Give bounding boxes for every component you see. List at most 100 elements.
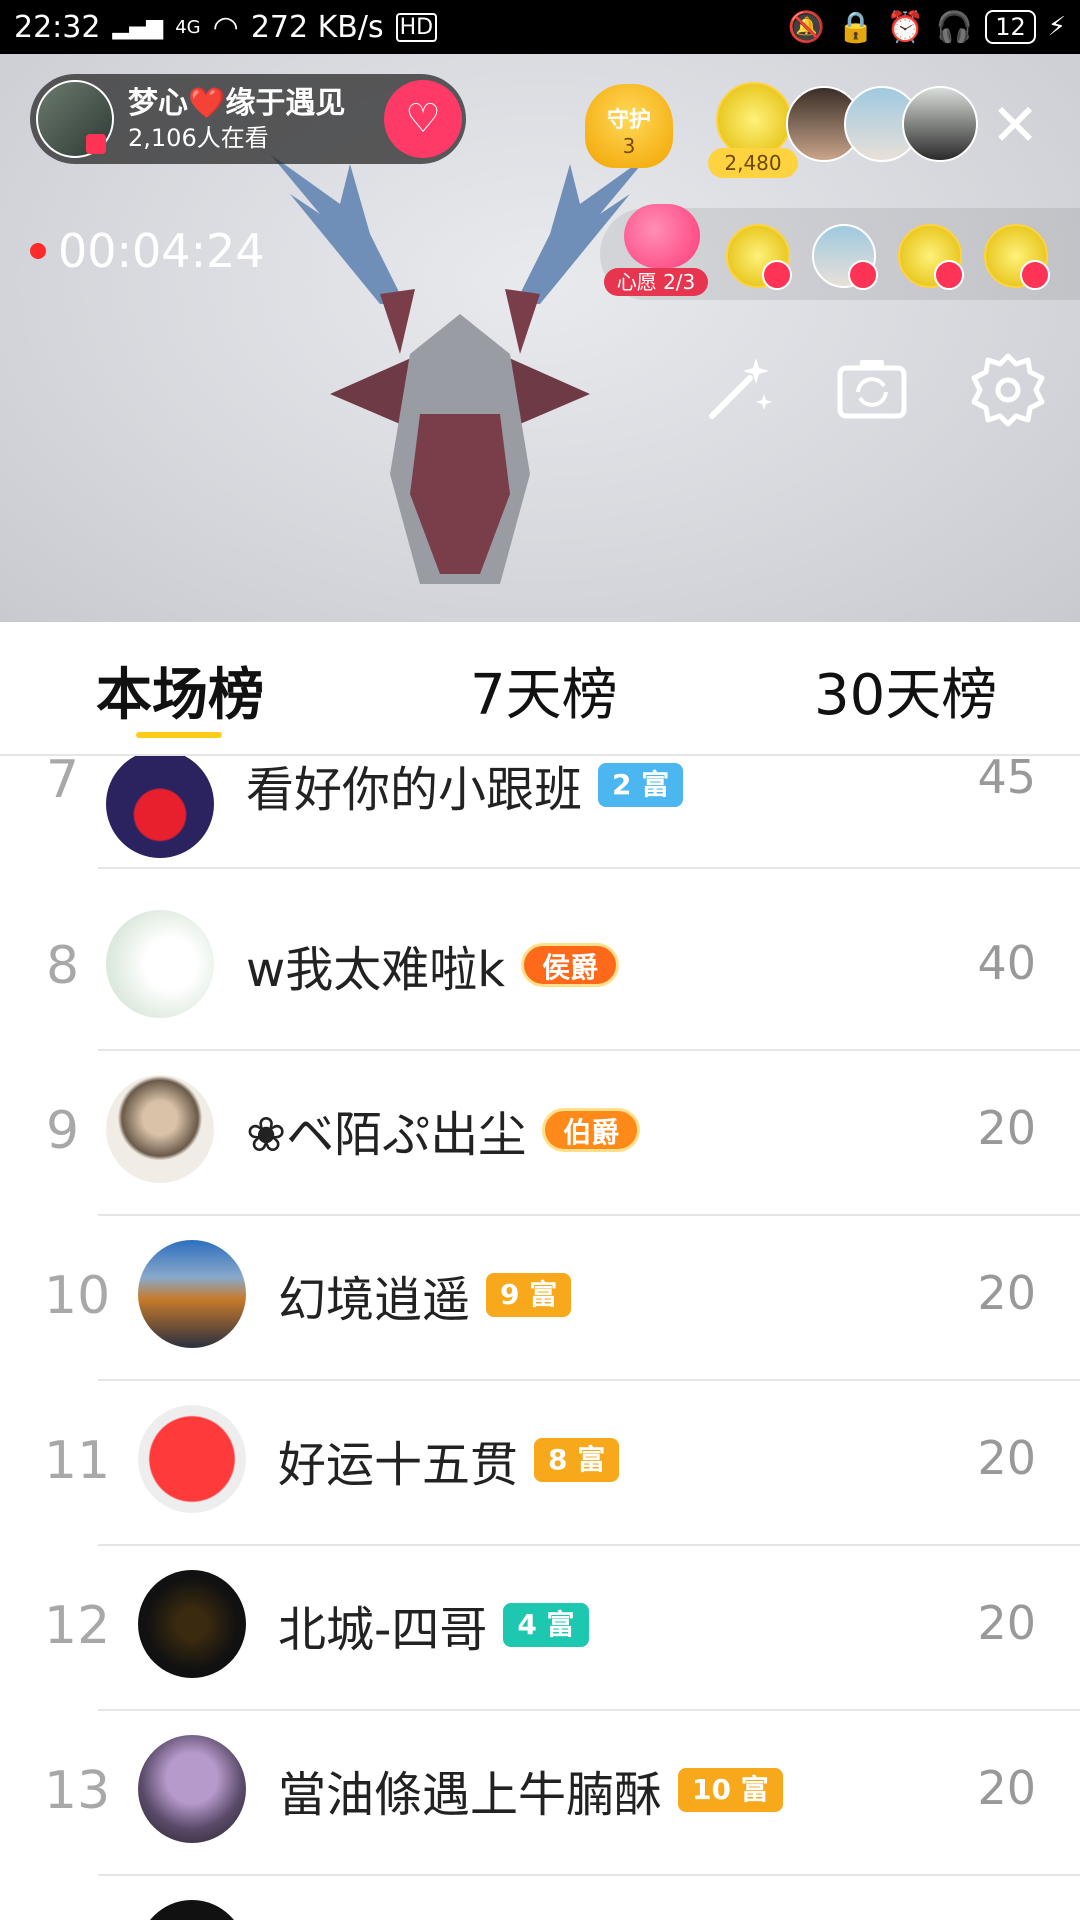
beauty-wand-icon[interactable] [698,350,778,430]
username-text: w我太难啦k [246,942,506,998]
wish-button[interactable]: 心愿 2/3 [604,204,708,304]
network-speed: 272 KB/s [250,9,384,45]
heart-plus-icon: ♡ [405,96,441,142]
rank-number: 10 [44,1266,111,1326]
rank-number: 12 [44,1596,111,1656]
avatar[interactable] [106,1075,214,1183]
score: 20 [977,1596,1036,1650]
list-item[interactable]: 9 ❀ベ陌ぷ出尘 伯爵 20 [0,1051,1080,1216]
timer-text: 00:04:24 [58,224,265,278]
list-item[interactable]: 11 好运十五贯 8 富 20 [0,1381,1080,1546]
sofa-icon [762,260,792,290]
rank-number: 7 [46,756,80,810]
username-text: 北城-四哥 [278,1602,488,1658]
wifi-icon: ◠ [212,9,239,45]
avatar[interactable] [716,82,792,158]
live-timer: 00:04:24 [30,224,265,278]
score: 40 [977,936,1036,990]
tab-30-day[interactable]: 30天榜 [814,650,997,731]
alarm-icon: ⏰ [886,9,924,45]
guard-badge[interactable]: 守护 3 [585,84,673,168]
ranking-list[interactable]: 7 看好你的小跟班 2 富 45 8 w我太难啦k 侯爵 40 9 ❀ベ陌ぷ出尘… [0,756,1080,1920]
active-tab-indicator [136,732,222,738]
mute-bell-icon: 🔕 [787,9,826,45]
viewer-count: 2,106人在看 [128,124,269,152]
username-text: 看好你的小跟班 [246,762,583,818]
battery-indicator: 12 [985,10,1036,44]
username: ❀ベ陌ぷ出尘 伯爵 [246,1095,641,1165]
hd-icon: HD [395,12,438,42]
host-info[interactable]: 梦心❤️缘于遇见 2,106人在看 ♡ [30,74,466,164]
score: 20 [977,1101,1036,1155]
flip-camera-icon[interactable] [832,350,912,430]
live-badge-icon [86,134,106,154]
username: 好运十五贯 8 富 [278,1425,620,1495]
avatar[interactable] [138,1570,246,1678]
host-name: 梦心❤️缘于遇见 [128,86,346,121]
clock: 22:32 [14,9,101,45]
wealth-badge: 4 富 [503,1603,589,1647]
guard-label: 守护 [606,108,651,133]
host-avatar[interactable] [36,80,114,158]
charging-icon: ⚡ [1047,12,1066,42]
close-icon[interactable]: ✕ [986,96,1044,154]
tab-current-show[interactable]: 本场榜 [96,650,264,731]
list-item[interactable]: 12 北城-四哥 4 富 20 [0,1546,1080,1711]
seat-avatar[interactable] [812,224,878,290]
headphones-icon: 🎧 [935,9,974,45]
avatar[interactable] [138,1405,246,1513]
sofa-icon [848,260,878,290]
guard-count: 3 [622,134,636,158]
row-divider [98,1874,1080,1876]
avatar[interactable] [138,1735,246,1843]
rank-number: 11 [44,1431,111,1491]
wealth-badge: 2 富 [598,763,684,807]
seat-avatar[interactable] [984,224,1050,290]
ranking-tabs: 本场榜 7天榜 30天榜 [0,622,1080,756]
sofa-icon [934,260,964,290]
wealth-badge: 9 富 [486,1273,572,1317]
wealth-badge: 10 富 [678,1768,783,1812]
avatar[interactable] [902,86,978,162]
score: 45 [977,756,1036,804]
sofa-icon [1020,260,1050,290]
noble-badge: 侯爵 [521,943,620,987]
row-divider [98,867,1080,869]
username-text: 幻境逍遥 [278,1272,471,1328]
score: 20 [977,1761,1036,1815]
live-video[interactable]: 梦心❤️缘于遇见 2,106人在看 ♡ 守护 3 2,480 ✕ 00:04:2… [0,54,1080,622]
username: 看好你的小跟班 2 富 [246,756,684,820]
settings-gear-icon[interactable] [968,350,1048,430]
username: 幻境逍遥 9 富 [278,1260,572,1330]
score: 20 [977,1266,1036,1320]
score: 20 [977,1431,1036,1485]
tab-7-day[interactable]: 7天榜 [470,650,618,731]
wealth-badge: 8 富 [534,1438,620,1482]
avatar[interactable] [106,910,214,1018]
avatar[interactable] [138,1240,246,1348]
username: 當油條遇上牛腩酥 10 富 [278,1755,783,1825]
network-type: 4G [175,16,201,38]
list-item[interactable]: 13 當油條遇上牛腩酥 10 富 20 [0,1711,1080,1876]
noble-badge: 伯爵 [542,1108,641,1152]
username-text: 好运十五贯 [278,1437,519,1493]
contribution-count: 2,480 [708,148,798,178]
recording-dot-icon [30,243,46,259]
rank-number: 9 [46,1101,80,1161]
username-text: ❀ベ陌ぷ出尘 [246,1107,527,1163]
signal-icon: ▂▄▆ [112,14,164,40]
username-text: 當油條遇上牛腩酥 [278,1767,663,1823]
status-bar: 22:32 ▂▄▆ 4G ◠ 272 KB/s HD 🔕 🔒 ⏰ 🎧 12 ⚡ [0,0,1080,54]
seat-avatar[interactable] [898,224,964,290]
rank-number: 13 [44,1761,111,1821]
wish-heart-icon [624,204,700,268]
list-item[interactable]: 10 幻境逍遥 9 富 20 [0,1216,1080,1381]
avatar[interactable] [138,1900,246,1920]
seat-avatar[interactable] [726,224,792,290]
list-item[interactable]: 8 w我太难啦k 侯爵 40 [0,886,1080,1051]
avatar[interactable] [106,756,214,858]
follow-heart-button[interactable]: ♡ [384,80,462,158]
username: w我太难啦k 侯爵 [246,930,620,1000]
username: 北城-四哥 4 富 [278,1590,589,1660]
lock-icon: 🔒 [837,9,875,45]
